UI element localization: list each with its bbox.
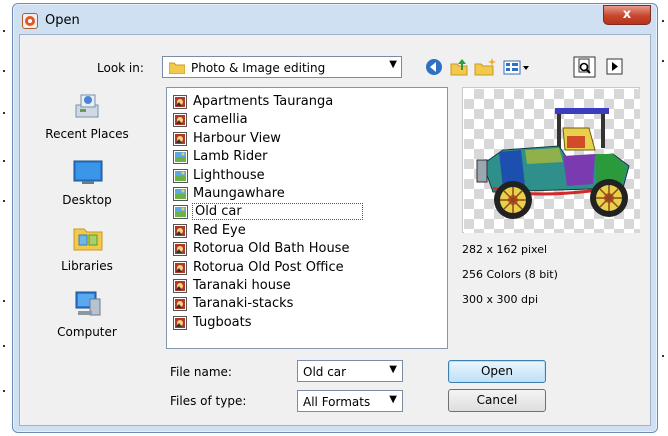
file-list-item[interactable]: Tugboats	[173, 314, 443, 332]
app-icon	[22, 13, 38, 29]
chevron-down-icon[interactable]: ▼	[389, 364, 397, 375]
close-button[interactable]: x	[603, 5, 651, 25]
file-name-text: Red Eye	[193, 222, 246, 238]
file-list-item[interactable]: Lighthouse	[173, 167, 443, 185]
file-list-item[interactable]: Taranaki house	[173, 277, 443, 295]
file-type-value: All Formats	[303, 395, 371, 409]
file-list-item[interactable]: camellia	[173, 111, 443, 129]
image-file-icon	[173, 315, 188, 330]
edge-mark	[3, 30, 5, 32]
chevron-down-icon[interactable]: ▼	[389, 59, 397, 70]
edge-mark	[3, 390, 5, 392]
old-car-thumbnail	[476, 108, 630, 219]
file-name-text: Rotorua Old Bath House	[193, 241, 350, 257]
image-colors: 256 Colors (8 bit)	[462, 268, 558, 281]
edge-mark	[662, 60, 664, 62]
place-libraries[interactable]: Libraries	[32, 221, 142, 283]
views-menu-icon[interactable]	[502, 56, 532, 78]
edge-mark	[662, 20, 664, 22]
libraries-icon	[73, 228, 103, 251]
file-list-item[interactable]: Maungawhare	[173, 185, 443, 203]
image-file-icon	[173, 113, 188, 128]
place-desktop[interactable]: Desktop	[32, 155, 142, 217]
file-name-text: Taranaki-stacks	[193, 296, 294, 312]
image-file-icon	[173, 242, 188, 257]
file-list-item[interactable]: Taranaki-stacks	[173, 295, 443, 313]
file-name-text: Old car	[192, 203, 363, 221]
chevron-down-icon[interactable]: ▼	[389, 394, 397, 405]
edge-mark	[3, 70, 5, 72]
dialog-body: Look in: Photo & Image editing ▼ Recent …	[19, 34, 651, 426]
place-label: Computer	[57, 325, 117, 339]
place-label: Desktop	[62, 193, 112, 207]
recent-places-icon	[75, 94, 99, 118]
file-name-text: Lamb Rider	[193, 149, 268, 165]
image-dpi: 300 x 300 dpi	[462, 293, 539, 306]
file-name-label: File name:	[170, 365, 232, 379]
picture-file-icon	[173, 168, 188, 183]
file-list-item[interactable]: Rotorua Old Bath House	[173, 240, 443, 258]
desktop-icon	[73, 160, 103, 184]
picture-file-icon	[173, 187, 188, 201]
image-file-icon	[173, 95, 188, 109]
file-list-item[interactable]: Old car	[173, 203, 443, 221]
image-dimensions: 282 x 162 pixel	[462, 243, 548, 256]
file-list-item[interactable]: Apartments Tauranga	[173, 93, 443, 111]
new-folder-icon[interactable]	[473, 56, 497, 78]
file-name-text: camellia	[193, 112, 248, 128]
place-computer[interactable]: Computer	[32, 287, 142, 349]
picture-file-icon	[173, 205, 188, 220]
edge-mark	[3, 300, 5, 302]
file-name-text: Taranaki house	[193, 278, 291, 293]
file-list-item[interactable]: Lamb Rider	[173, 148, 443, 166]
preview-toggle-icon[interactable]	[572, 56, 598, 78]
file-name-text: Rotorua Old Post Office	[193, 259, 344, 275]
file-name-text: Tugboats	[193, 314, 252, 330]
place-recent-places[interactable]: Recent Places	[32, 89, 142, 151]
image-file-icon	[173, 279, 188, 293]
open-dialog: Open x Look in: Photo & Image editing ▼	[12, 3, 658, 433]
file-name-combo[interactable]: Old car ▼	[297, 360, 403, 382]
image-file-icon	[173, 260, 188, 275]
folder-icon	[169, 62, 185, 74]
image-file-icon	[173, 223, 188, 238]
image-file-icon	[173, 131, 188, 146]
up-folder-icon[interactable]	[448, 56, 470, 78]
file-list-item[interactable]: Harbour View	[173, 130, 443, 148]
window-title: Open	[45, 13, 80, 28]
file-name-value: Old car	[303, 365, 347, 379]
file-list-item[interactable]: Red Eye	[173, 222, 443, 240]
edge-mark	[3, 200, 5, 202]
more-arrow-icon[interactable]	[605, 56, 625, 78]
file-name-text: Harbour View	[193, 130, 281, 146]
picture-file-icon	[173, 150, 188, 165]
file-type-combo[interactable]: All Formats ▼	[297, 390, 403, 412]
look-in-value: Photo & Image editing	[191, 61, 326, 75]
edge-mark	[3, 345, 5, 347]
place-label: Recent Places	[45, 127, 129, 141]
edge-mark	[662, 355, 664, 357]
image-preview	[462, 87, 640, 233]
file-name-text: Lighthouse	[193, 167, 265, 183]
file-name-text: Maungawhare	[193, 186, 285, 201]
file-list-item[interactable]: Rotorua Old Post Office	[173, 259, 443, 277]
title-bar[interactable]: Open x	[13, 4, 657, 34]
look-in-label: Look in:	[97, 61, 144, 75]
cancel-button[interactable]: Cancel	[448, 389, 546, 412]
image-file-icon	[173, 297, 188, 312]
edge-mark	[3, 160, 5, 162]
edge-mark	[3, 112, 5, 114]
place-label: Libraries	[61, 259, 113, 273]
back-icon[interactable]	[423, 56, 445, 78]
file-name-text: Apartments Tauranga	[193, 94, 334, 109]
file-list[interactable]: Apartments Tauranga camellia Harbour View L…	[166, 87, 448, 349]
open-button[interactable]: Open	[448, 360, 546, 383]
computer-icon	[75, 291, 101, 316]
look-in-combo[interactable]: Photo & Image editing ▼	[162, 56, 402, 78]
file-type-label: Files of type:	[170, 394, 247, 408]
